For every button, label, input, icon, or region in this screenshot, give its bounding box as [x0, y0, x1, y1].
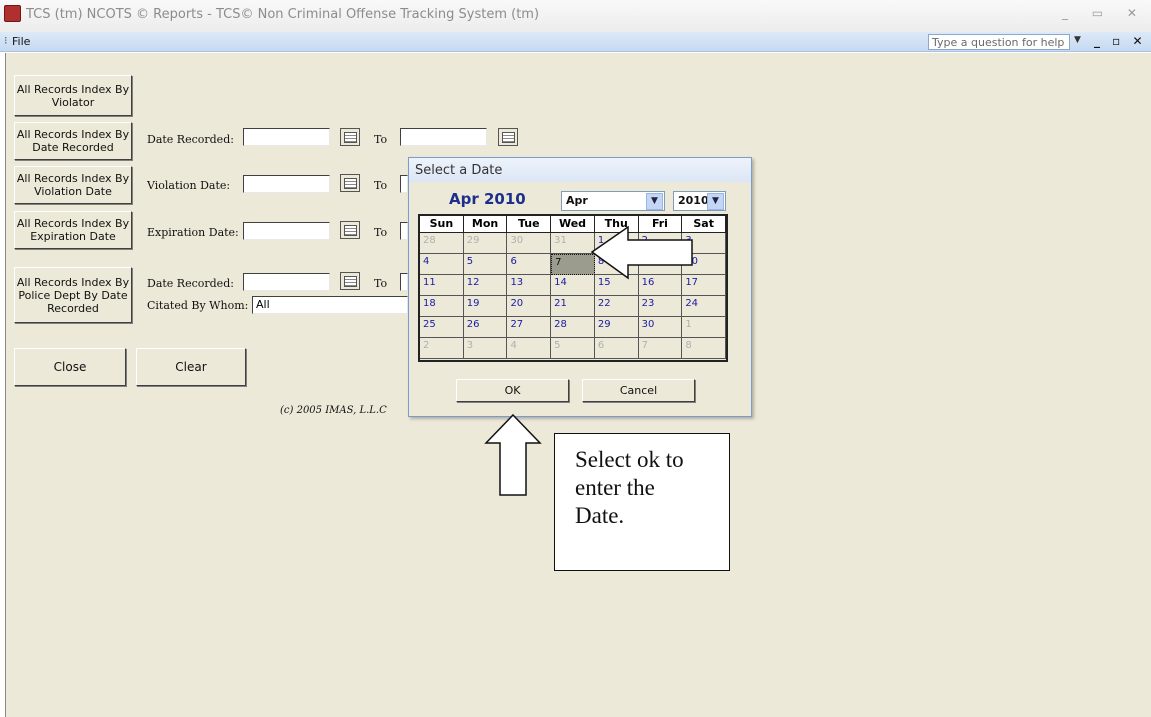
to-label: To	[374, 277, 388, 290]
app-icon	[4, 5, 21, 22]
ok-button[interactable]: OK	[456, 379, 569, 402]
callout-note: Select ok to enter the Date.	[554, 433, 730, 571]
calendar-week-row: 2345678	[420, 338, 727, 359]
expiration-date-to-input[interactable]	[400, 222, 408, 240]
calendar-day-selected[interactable]: 7	[551, 254, 595, 275]
help-dropdown-icon[interactable]: ▼	[1074, 35, 1081, 45]
violation-date-to-input[interactable]	[400, 175, 408, 193]
calendar-day[interactable]: 23	[638, 296, 683, 317]
to-label: To	[374, 226, 388, 239]
year-select[interactable]: 2010 ▼	[673, 191, 726, 211]
chevron-down-icon[interactable]: ▼	[646, 193, 663, 210]
calendar-day[interactable]: 24	[682, 296, 727, 317]
calendar-icon[interactable]	[340, 174, 360, 192]
child-window-controls[interactable]: _ ▫ ✕	[1094, 34, 1147, 48]
calendar-day[interactable]: 1	[682, 317, 727, 338]
calendar-day[interactable]: 26	[463, 317, 508, 338]
calendar-day[interactable]: 5	[463, 254, 508, 275]
calendar-day[interactable]: 2	[420, 338, 464, 359]
calendar-day[interactable]: 13	[507, 275, 552, 296]
calendar-day[interactable]: 30	[638, 317, 683, 338]
copyright-text: (c) 2005 IMAS, L.L.C	[280, 405, 387, 416]
calendar-day[interactable]: 29	[594, 317, 639, 338]
chevron-down-icon[interactable]: ▼	[707, 193, 724, 210]
violation-date-label: Violation Date:	[147, 179, 231, 192]
to-label: To	[374, 179, 388, 192]
calendar-icon[interactable]	[340, 128, 360, 146]
calendar-icon[interactable]	[340, 221, 360, 239]
citated-by-input[interactable]: All	[252, 296, 408, 314]
weekday-header: Tue	[507, 216, 552, 233]
calendar-icon[interactable]	[498, 128, 518, 146]
dialog-title: Select a Date	[409, 158, 751, 182]
calendar-day[interactable]: 12	[463, 275, 508, 296]
calendar-week-row: 18 19 20 21 22 23 24	[420, 296, 727, 317]
calendar-day[interactable]: 3	[463, 338, 508, 359]
weekday-header: Wed	[551, 216, 595, 233]
date-recorded-label: Date Recorded:	[147, 133, 234, 146]
left-arrow-annotation	[590, 225, 693, 280]
window-title: TCS (tm) NCOTS © Reports - TCS© Non Crim…	[26, 7, 540, 22]
calendar-day[interactable]: 18	[420, 296, 464, 317]
weekday-header: Mon	[463, 216, 508, 233]
calendar-day[interactable]: 4	[507, 338, 552, 359]
expiration-date-label: Expiration Date:	[147, 226, 239, 239]
window-controls[interactable]: _ ▭ ✕	[1062, 6, 1147, 20]
close-button[interactable]: Close	[14, 348, 126, 386]
calendar-day[interactable]: 4	[420, 254, 464, 275]
calendar-day[interactable]: 31	[551, 233, 595, 254]
month-heading: Apr 2010	[449, 190, 526, 208]
calendar-day[interactable]: 7	[638, 338, 683, 359]
calendar-day[interactable]: 28	[551, 317, 595, 338]
calendar-day[interactable]: 11	[420, 275, 464, 296]
calendar-day[interactable]: 20	[507, 296, 552, 317]
police-date-recorded-from-input[interactable]	[243, 273, 330, 291]
menu-bar: ⁝ File Type a question for help ▼ _ ▫ ✕	[0, 32, 1151, 52]
month-select-value: Apr	[566, 194, 588, 207]
date-recorded-from-input[interactable]	[243, 128, 330, 146]
calendar-day[interactable]: 19	[463, 296, 508, 317]
calendar-day[interactable]: 27	[507, 317, 552, 338]
date-picker-dialog: Select a Date Apr 2010 Apr ▼ 2010 ▼ Sun M…	[408, 157, 752, 417]
violation-date-from-input[interactable]	[243, 175, 330, 193]
calendar-day[interactable]: 28	[420, 233, 464, 254]
calendar-day[interactable]: 5	[551, 338, 595, 359]
report-by-violator-button[interactable]: All Records Index By Violator	[14, 75, 132, 116]
calendar-day[interactable]: 29	[463, 233, 508, 254]
month-select[interactable]: Apr ▼	[561, 191, 665, 211]
callout-text: Select ok to enter the Date.	[575, 447, 684, 528]
report-by-violation-date-button[interactable]: All Records Index By Violation Date	[14, 166, 132, 204]
police-date-recorded-label: Date Recorded:	[147, 277, 234, 290]
report-by-date-recorded-button[interactable]: All Records Index By Date Recorded	[14, 122, 132, 160]
menu-file[interactable]: File	[12, 35, 30, 48]
expiration-date-from-input[interactable]	[243, 222, 330, 240]
citated-by-label: Citated By Whom:	[147, 299, 249, 312]
calendar-day[interactable]: 14	[551, 275, 595, 296]
calendar-week-row: 25 26 27 28 29 30 1	[420, 317, 727, 338]
clear-button[interactable]: Clear	[136, 348, 246, 386]
to-label: To	[374, 133, 388, 146]
date-recorded-to-input[interactable]	[400, 128, 487, 146]
police-date-recorded-to-input[interactable]	[400, 273, 408, 291]
title-bar: TCS (tm) NCOTS © Reports - TCS© Non Crim…	[0, 0, 1151, 32]
report-by-expiration-date-button[interactable]: All Records Index By Expiration Date	[14, 211, 132, 249]
calendar-day[interactable]: 6	[507, 254, 552, 275]
calendar-icon[interactable]	[340, 272, 360, 290]
calendar-day[interactable]: 6	[594, 338, 639, 359]
help-search-input[interactable]: Type a question for help	[928, 34, 1070, 50]
toolbar-grip-icon[interactable]: ⁝	[4, 34, 8, 47]
calendar-day[interactable]: 21	[551, 296, 595, 317]
calendar-day[interactable]: 30	[507, 233, 552, 254]
calendar-day[interactable]: 22	[594, 296, 639, 317]
weekday-header: Sun	[420, 216, 464, 233]
cancel-button[interactable]: Cancel	[582, 379, 695, 402]
up-arrow-annotation	[484, 413, 542, 496]
calendar-day[interactable]: 8	[682, 338, 727, 359]
report-by-police-dept-button[interactable]: All Records Index By Police Dept By Date…	[14, 267, 132, 323]
year-select-value: 2010	[678, 194, 709, 207]
calendar-day[interactable]: 25	[420, 317, 464, 338]
